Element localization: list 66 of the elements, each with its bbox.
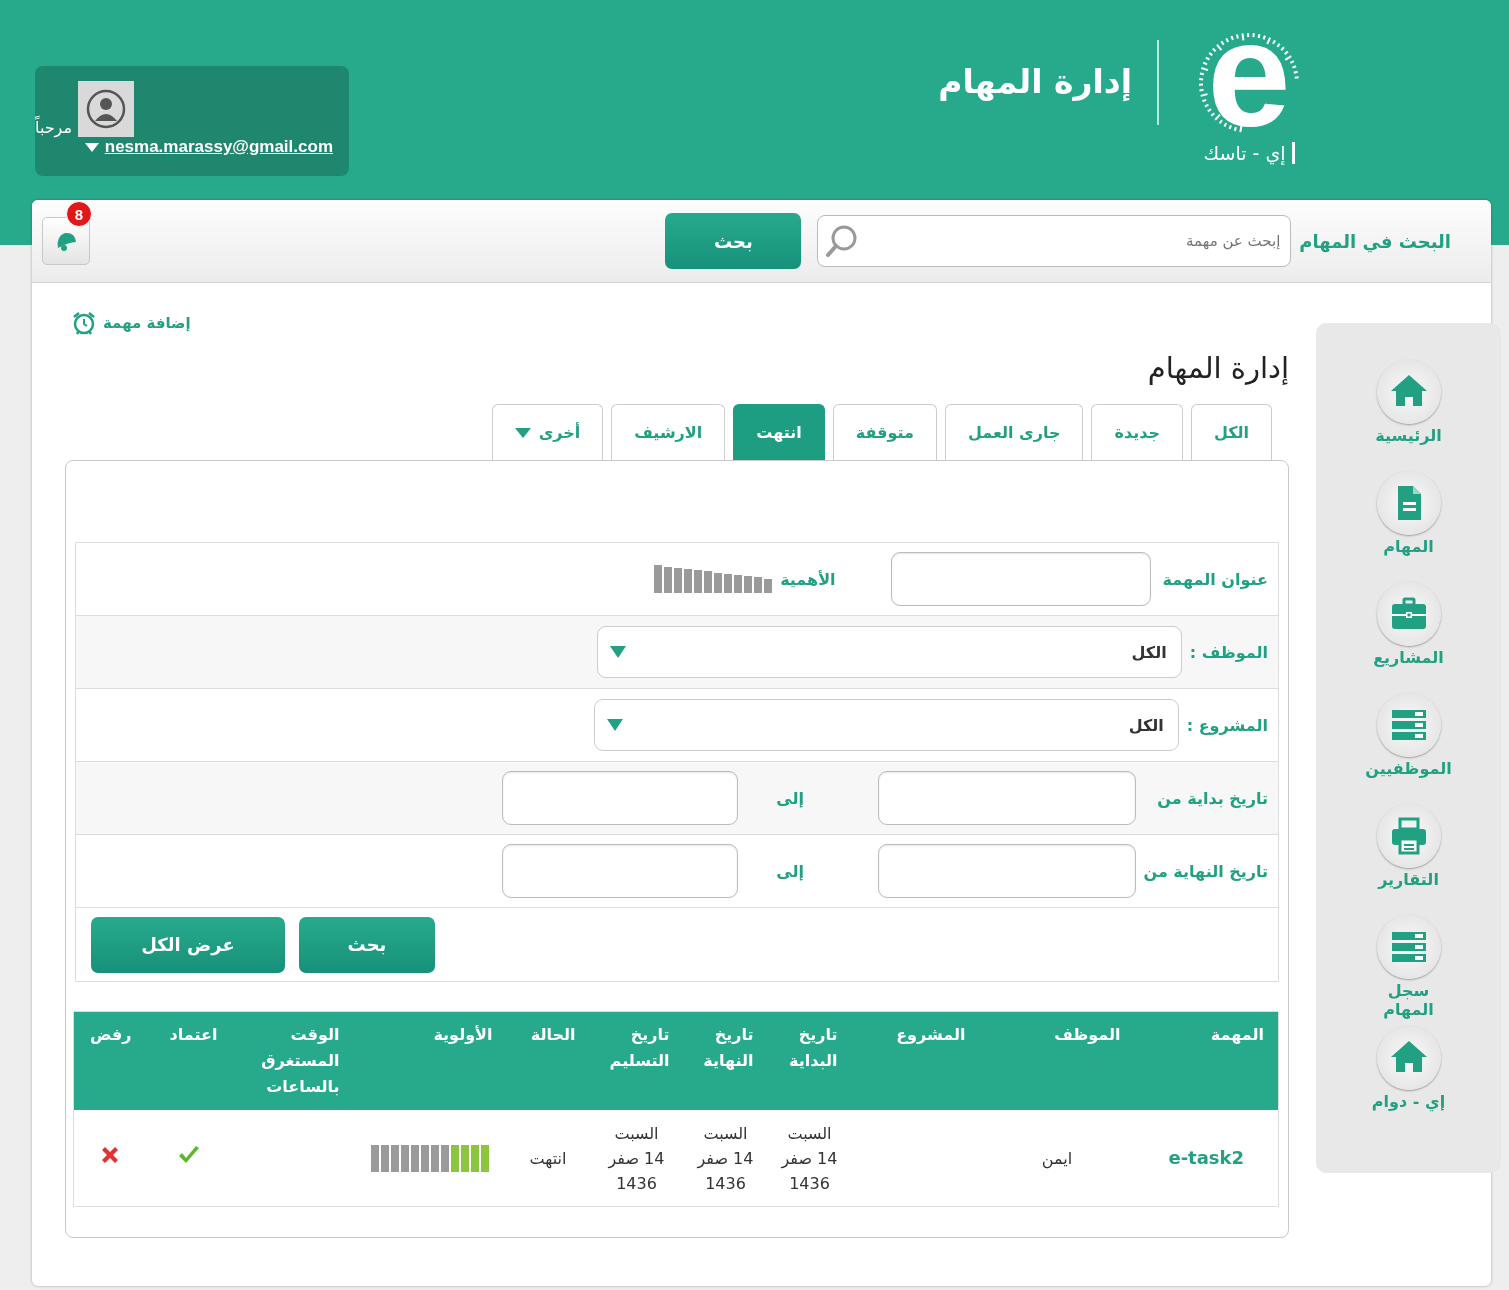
sidebar-item[interactable]: إي - دوام — [1348, 1026, 1469, 1137]
sidebar-item[interactable]: الموظفيين — [1348, 693, 1469, 804]
caret-icon — [84, 142, 99, 152]
dropdown-field[interactable]: الكل — [596, 626, 1182, 678]
field-label: عنوان المهمة — [1162, 569, 1268, 589]
table-cell: ايمن — [1041, 1148, 1073, 1168]
table-cell: السبت 14 صفر 1436 — [781, 1123, 838, 1193]
date-field[interactable] — [502, 844, 738, 898]
text-field[interactable] — [890, 552, 1151, 606]
caret-icon — [514, 427, 531, 438]
user-silhouette-icon — [86, 89, 126, 129]
user-email-link[interactable]: nesma.marassy@gmail.com — [84, 137, 333, 157]
dropdown-field[interactable]: الكل — [593, 699, 1179, 751]
field-label: الأهمية — [780, 569, 836, 589]
column-header: تاريخ البداية — [767, 1011, 852, 1110]
sidebar-item[interactable]: المهام — [1348, 471, 1469, 582]
column-header: تاريخ النهاية — [683, 1011, 768, 1110]
sidebar-item[interactable]: الرئيسية — [1348, 360, 1469, 471]
app-title: إدارة المهام — [938, 62, 1132, 101]
caret-icon — [606, 719, 623, 731]
caret-icon — [609, 646, 626, 658]
filter-tab[interactable]: الكل — [1190, 404, 1272, 460]
field-label: إلى — [775, 861, 804, 881]
date-field[interactable] — [878, 844, 1136, 898]
field-label: الموظف : — [1189, 642, 1268, 662]
task-link[interactable]: e-task2 — [1168, 1147, 1245, 1168]
filter-tab[interactable]: متوقفة — [832, 404, 937, 460]
field-label: تاريخ النهاية من — [1142, 861, 1268, 881]
filter-tab[interactable]: أخرى — [491, 404, 604, 460]
column-header: اعتماد — [145, 1011, 232, 1110]
column-header: المشروع — [851, 1011, 980, 1110]
field-label: إلى — [775, 788, 804, 808]
table-cell: السبت 14 صفر 1436 — [608, 1123, 665, 1193]
field-label: المشروع : — [1186, 715, 1268, 735]
date-field[interactable] — [502, 771, 738, 825]
table-cell: انتهت — [529, 1148, 567, 1168]
sidebar-item[interactable]: سجل المهام — [1348, 915, 1469, 1026]
filter-tab[interactable]: جديدة — [1091, 404, 1183, 460]
column-header: الوقت المستغرق بالساعات — [231, 1011, 354, 1110]
importance-meter-drawing[interactable] — [654, 565, 773, 593]
search-button[interactable]: بحث — [299, 916, 435, 973]
filter-tab[interactable]: جارى العمل — [944, 404, 1084, 460]
notification-count-badge: 8 — [66, 201, 92, 227]
column-header: رفض — [73, 1011, 146, 1110]
alarm-clock-icon — [71, 310, 97, 336]
column-header: المهمة — [1134, 1011, 1279, 1110]
greeting-text: مرحباً — [35, 118, 72, 137]
sidebar-item[interactable]: المشاريع — [1348, 582, 1469, 693]
filter-tab[interactable]: الارشيف — [611, 404, 726, 460]
e-logo: e — [1194, 28, 1304, 138]
field-label: تاريخ بداية من — [1156, 788, 1268, 808]
search-label: البحث في المهام — [1299, 230, 1451, 252]
logo-caption: إي - تاسك — [1203, 142, 1295, 164]
column-header: تاريخ التسليم — [589, 1011, 684, 1110]
sidebar-item[interactable]: التقارير — [1348, 804, 1469, 915]
show-all-button[interactable]: عرض الكل — [91, 916, 285, 973]
column-header: الموظف — [979, 1011, 1135, 1110]
date-field[interactable] — [878, 771, 1136, 825]
add-task-link[interactable]: إضافة مهمة — [65, 310, 197, 336]
column-header: الحالة — [506, 1011, 590, 1110]
search-field[interactable]: إبحث عن مهمة — [817, 215, 1292, 267]
filter-tab[interactable]: انتهت — [733, 404, 825, 460]
column-header: الأولوية — [353, 1011, 507, 1110]
page-title: إدارة المهام — [1146, 350, 1289, 387]
search-button[interactable]: بحث — [665, 213, 802, 269]
table-cell: السبت 14 صفر 1436 — [697, 1123, 754, 1193]
